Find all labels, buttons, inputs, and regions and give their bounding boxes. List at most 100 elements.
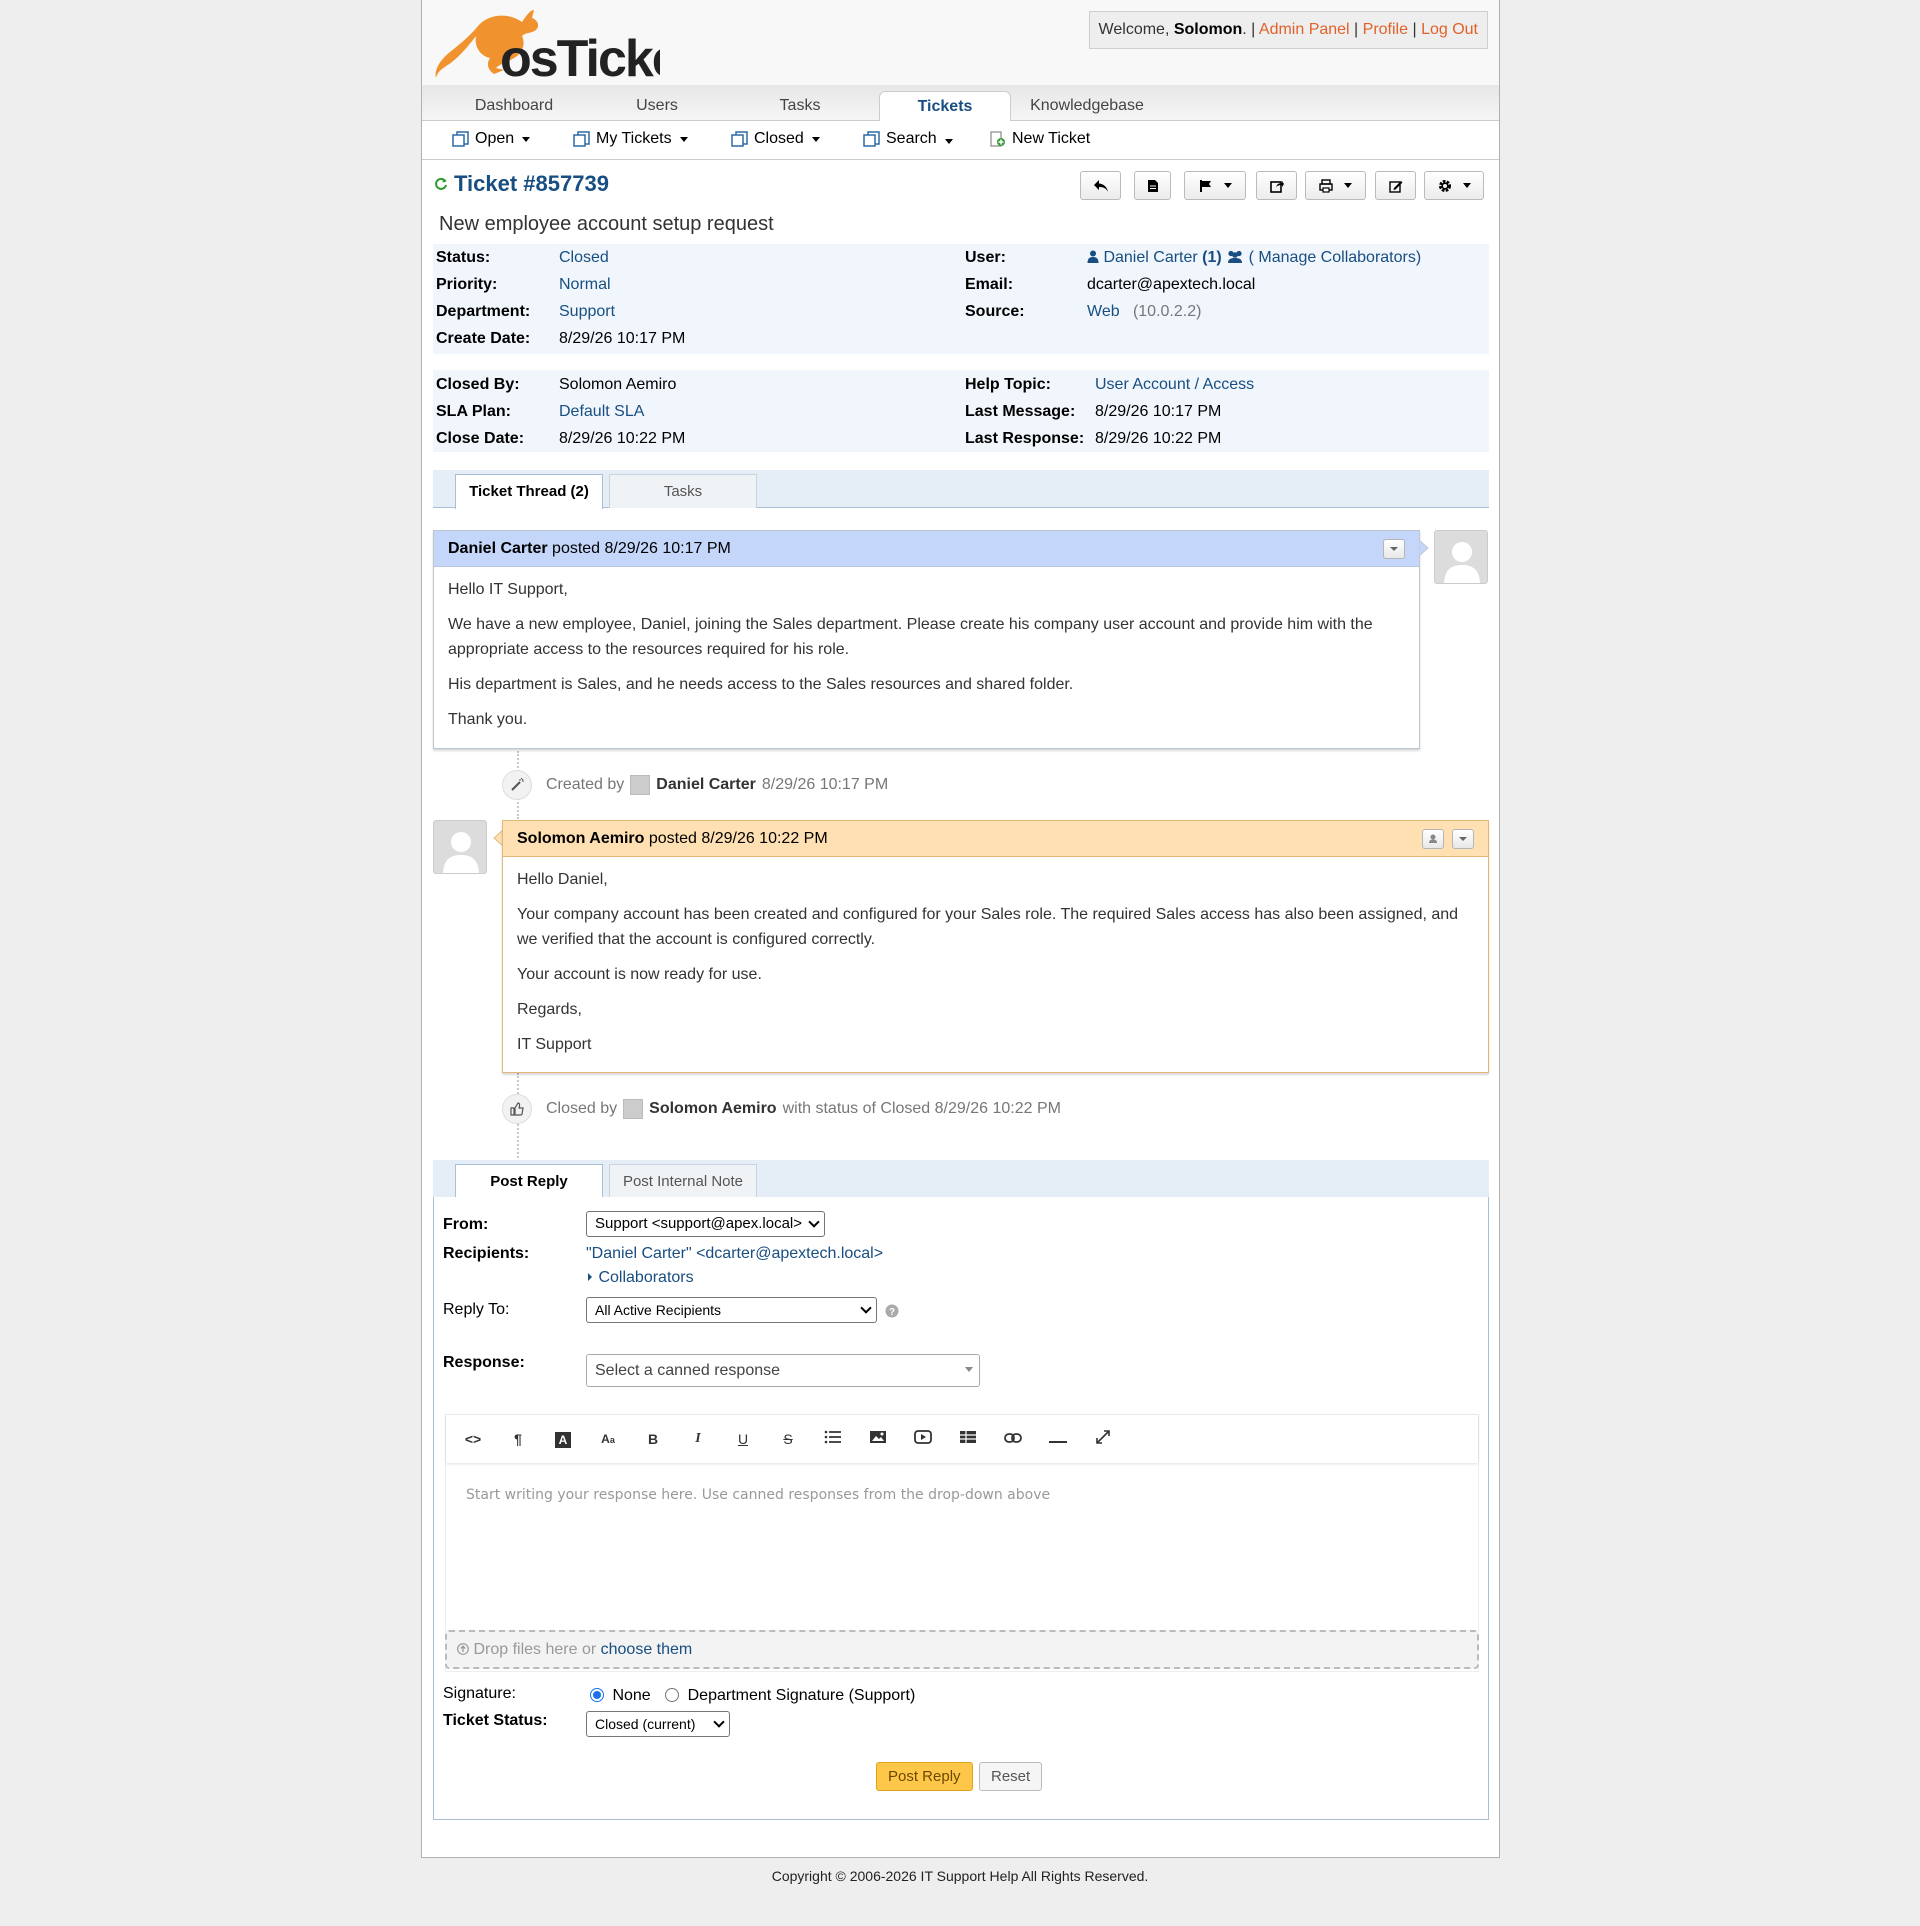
entry-options-button[interactable] <box>1383 539 1405 559</box>
avatar <box>1434 530 1488 584</box>
help-topic-label: Help Topic: <box>965 376 1051 393</box>
entry-posted: posted 8/29/26 10:22 PM <box>644 830 828 847</box>
users-icon[interactable] <box>1226 250 1244 263</box>
reply-button[interactable] <box>1080 171 1121 200</box>
refresh-icon[interactable] <box>434 177 448 191</box>
department-value[interactable]: Support <box>559 301 615 323</box>
more-actions-button[interactable] <box>1424 171 1484 200</box>
reset-button[interactable]: Reset <box>979 1762 1043 1791</box>
department-label: Department: <box>436 303 531 320</box>
underline-icon[interactable]: U <box>730 1427 756 1451</box>
tab-post-internal-note[interactable]: Post Internal Note <box>609 1164 757 1198</box>
video-icon[interactable] <box>910 1427 936 1451</box>
caret-down-icon <box>1344 183 1352 188</box>
thread-entry-header: Solomon Aemiro posted 8/29/26 10:22 PM <box>503 821 1488 857</box>
signature-label: Signature: <box>443 1685 516 1702</box>
profile-link[interactable]: Profile <box>1363 21 1408 38</box>
strikethrough-icon[interactable]: S <box>775 1427 801 1451</box>
ticket-status-label: Ticket Status: <box>443 1712 548 1729</box>
tab-tasks[interactable]: Tasks <box>730 91 870 121</box>
entry-paragraph: We have a new employee, Daniel, joining … <box>448 616 1373 658</box>
source-link[interactable]: Web <box>1087 303 1120 320</box>
priority-value[interactable]: Normal <box>559 274 611 296</box>
table-icon[interactable] <box>955 1427 981 1451</box>
ticket-status-select[interactable]: Closed (current) <box>586 1711 730 1737</box>
document-icon <box>1147 179 1158 192</box>
collaborators-link[interactable]: Collaborators <box>598 1269 693 1286</box>
thread-event-closed: Closed by Solomon Aemiro with status of … <box>502 1094 1061 1124</box>
sla-value[interactable]: Default SLA <box>559 401 644 423</box>
horizontal-rule-icon[interactable] <box>1045 1427 1071 1451</box>
tab-post-reply[interactable]: Post Reply <box>455 1164 603 1199</box>
status-label: Status: <box>436 249 491 266</box>
chevron-down-icon <box>713 1716 725 1728</box>
user-ticket-count[interactable]: (1) <box>1202 249 1222 266</box>
link-icon[interactable] <box>1000 1427 1026 1451</box>
status-value[interactable]: Closed <box>559 247 609 269</box>
event-when: 8/29/26 10:17 PM <box>761 776 889 793</box>
print-dropdown-button[interactable] <box>1305 171 1366 200</box>
flag-dropdown-button[interactable] <box>1184 171 1246 200</box>
file-dropzone[interactable]: Drop files here or choose them <box>445 1630 1479 1669</box>
entry-options-button[interactable] <box>1452 829 1474 849</box>
email-value: dcarter@apextech.local <box>1087 276 1256 293</box>
edit-button[interactable] <box>1375 171 1416 200</box>
entry-user-button[interactable] <box>1422 829 1444 849</box>
collaborators-toggle[interactable]: Collaborators <box>586 1269 694 1287</box>
user-label: User: <box>965 249 1006 266</box>
user-link[interactable]: Daniel Carter <box>1103 249 1197 266</box>
image-icon[interactable] <box>865 1427 891 1451</box>
thread-entry-body: Hello Daniel, Your company account has b… <box>503 857 1488 1077</box>
recipient-link[interactable]: "Daniel Carter" <dcarter@apextech.local> <box>586 1245 883 1263</box>
signature-dept-radio[interactable] <box>665 1688 680 1702</box>
email-label: Email: <box>965 276 1014 293</box>
transfer-button[interactable] <box>1256 171 1297 200</box>
logout-link[interactable]: Log Out <box>1421 21 1478 38</box>
subnav-search[interactable]: Search <box>863 130 953 148</box>
canned-response-select[interactable]: Select a canned response <box>586 1354 980 1387</box>
fullscreen-icon[interactable] <box>1090 1427 1116 1451</box>
tab-knowledgebase[interactable]: Knowledgebase <box>1017 91 1157 121</box>
ticket-status-value: Closed (current) <box>595 1716 696 1732</box>
welcome-user: Solomon <box>1173 21 1243 38</box>
priority-label: Priority: <box>436 276 498 293</box>
text-color-icon[interactable]: A <box>550 1427 576 1451</box>
share-icon <box>1269 180 1284 193</box>
tab-tickets[interactable]: Tickets <box>879 91 1011 122</box>
paragraph-icon[interactable]: ¶ <box>505 1427 531 1451</box>
list-icon[interactable] <box>820 1427 846 1451</box>
subnav-new-ticket[interactable]: New Ticket <box>989 130 1090 148</box>
choose-files-link[interactable]: choose them <box>601 1641 693 1658</box>
tab-dashboard[interactable]: Dashboard <box>444 91 584 121</box>
user-value: Daniel Carter (1) ( Manage Collaborators… <box>1087 247 1421 269</box>
from-select[interactable]: Support <support@apex.local> <box>586 1211 825 1237</box>
bold-icon[interactable]: B <box>640 1427 666 1451</box>
help-topic-value[interactable]: User Account / Access <box>1095 374 1254 396</box>
ticket-number[interactable]: Ticket #857739 <box>454 171 609 197</box>
subnav-my-tickets[interactable]: My Tickets <box>573 130 688 148</box>
subnav-open[interactable]: Open <box>452 130 531 148</box>
post-reply-button[interactable]: Post Reply <box>876 1762 973 1791</box>
chevron-down-icon <box>1459 837 1467 841</box>
help-icon[interactable]: ? <box>885 1304 899 1318</box>
subnav-my-tickets-label: My Tickets <box>596 130 672 147</box>
main-nav: Dashboard Users Tasks Tickets Knowledgeb… <box>422 85 1499 122</box>
source-ip: (10.0.2.2) <box>1132 303 1202 320</box>
entry-paragraph: Regards, <box>517 1001 582 1018</box>
caret-down-icon <box>1223 183 1232 188</box>
font-size-icon[interactable]: Aa <box>595 1427 621 1451</box>
editor-toolbar: <> ¶ A Aa B I U S <box>446 1415 1478 1463</box>
pdf-button[interactable] <box>1134 171 1171 200</box>
reply-to-select[interactable]: All Active Recipients <box>586 1297 877 1323</box>
admin-panel-link[interactable]: Admin Panel <box>1259 21 1350 38</box>
ost-logo[interactable]: osTicket <box>430 4 698 88</box>
tab-ticket-thread[interactable]: Ticket Thread (2) <box>455 474 603 509</box>
manage-collaborators-link[interactable]: ( Manage Collaborators) <box>1249 249 1422 266</box>
tab-users[interactable]: Users <box>587 91 727 121</box>
subnav-closed[interactable]: Closed <box>731 130 820 148</box>
italic-icon[interactable]: I <box>685 1427 711 1451</box>
caret-right-icon <box>588 1273 592 1281</box>
signature-none-radio[interactable] <box>590 1688 604 1702</box>
html-code-icon[interactable]: <> <box>460 1427 486 1451</box>
tab-tasks[interactable]: Tasks <box>609 474 757 508</box>
